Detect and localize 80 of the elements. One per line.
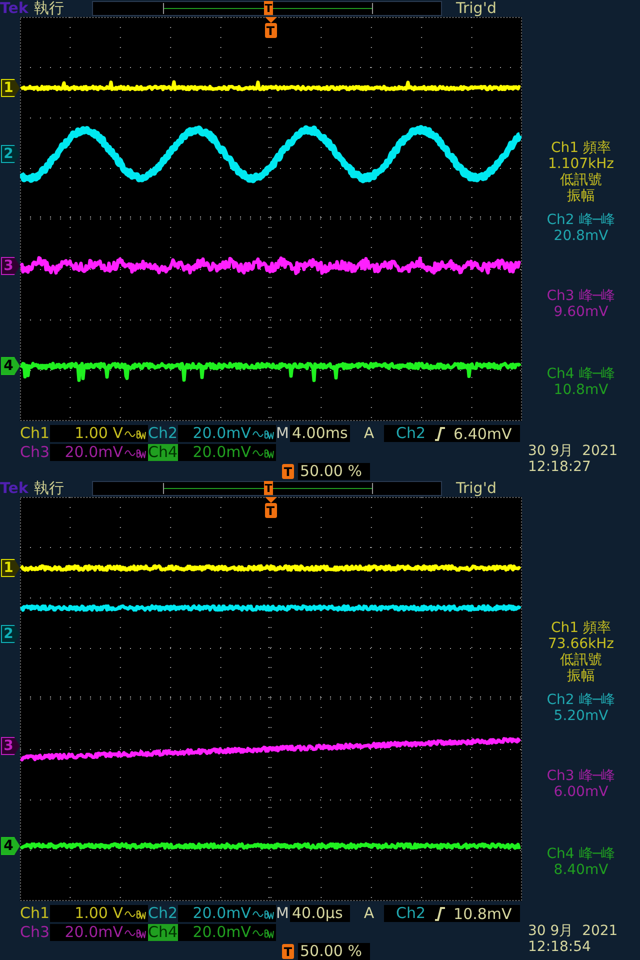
wave-icon	[252, 446, 274, 458]
wave-icon	[124, 908, 146, 920]
scale-value: 20.0mV	[192, 924, 251, 941]
time-text: 12:18:27	[528, 459, 592, 475]
brand-logo: Tek	[0, 0, 30, 17]
trigger-marker: T	[264, 481, 273, 495]
trigger-level: 6.40mV	[454, 424, 512, 443]
scale-value: 20.0mV	[192, 905, 251, 922]
channel-label: Ch3	[20, 444, 50, 461]
channel-marker: 1	[1, 559, 20, 577]
scale-value: 20.0mV	[64, 924, 123, 941]
measurement-text: Ch1 頻率	[550, 620, 611, 636]
channel-label: Ch2	[148, 425, 178, 442]
channel-label: Ch2	[148, 905, 178, 922]
channel-marker: 2	[1, 145, 20, 163]
measurement-text: Ch4 峰─峰	[546, 366, 616, 382]
trigger-mode: A	[362, 425, 376, 442]
wave-icon	[252, 926, 274, 938]
trigger-status: Trig'd	[456, 480, 496, 497]
measurement-text: 9.60mV	[554, 304, 608, 320]
measurement-text: 10.8mV	[554, 382, 608, 398]
position-value: 50.00 %	[300, 462, 362, 480]
rising-edge-icon	[434, 906, 446, 921]
position-value: 50.00 %	[300, 942, 362, 960]
channel-label: Ch1	[20, 425, 50, 442]
scale-value: 1.00 V	[74, 425, 123, 442]
measurement-text: 低訊號	[560, 172, 602, 188]
run-state: 執行	[34, 480, 65, 497]
measurement-text: 73.66kHz	[548, 636, 614, 652]
measurement-text: 振幅	[567, 668, 595, 684]
wave-icon	[124, 428, 146, 440]
wave-icon	[252, 908, 274, 920]
measurement-text: 振幅	[567, 188, 595, 204]
channel-marker: 2	[1, 625, 20, 643]
run-state: 執行	[34, 0, 65, 17]
channel-marker: 4	[1, 357, 20, 375]
wave-icon	[124, 926, 146, 938]
channel-marker: 3	[1, 737, 20, 755]
channel-label: Ch4	[148, 444, 178, 461]
channel-label: Ch4	[148, 924, 178, 941]
trigger-source: Ch2	[396, 905, 426, 922]
timebase-value: 4.00ms	[292, 425, 348, 442]
measurement-text: 5.20mV	[554, 708, 608, 724]
measurement-text: Ch2 峰─峰	[546, 212, 616, 228]
measurement-text: Ch1 頻率	[550, 140, 611, 156]
measurement-text: 20.8mV	[554, 228, 608, 244]
timebase-value: 40.0µs	[292, 905, 343, 922]
trigger-marker: T	[264, 1, 273, 15]
trigger-status: Trig'd	[456, 0, 496, 17]
trigger-source: Ch2	[396, 425, 426, 442]
scale-value: 20.0mV	[192, 444, 251, 461]
measurement-text: 6.00mV	[554, 784, 608, 800]
date-text: 30 9月 2021	[528, 923, 618, 939]
channel-label: Ch3	[20, 924, 50, 941]
measurement-text: Ch4 峰─峰	[546, 846, 616, 862]
date-text: 30 9月 2021	[528, 443, 618, 459]
trigger-position-marker: T	[282, 464, 294, 479]
time-text: 12:18:54	[528, 939, 592, 955]
rising-edge-icon	[434, 426, 446, 441]
brand-logo: Tek	[0, 480, 30, 497]
timebase-label: M	[276, 425, 290, 442]
scale-value: 20.0mV	[64, 444, 123, 461]
channel-marker: 1	[1, 79, 20, 97]
measurement-text: Ch3 峰─峰	[546, 288, 616, 304]
trigger-mode: A	[362, 905, 376, 922]
channel-marker: 3	[1, 257, 20, 275]
measurement-text: 1.107kHz	[548, 156, 614, 172]
timebase-label: M	[276, 905, 290, 922]
measurement-text: 8.40mV	[554, 862, 608, 878]
trigger-level: 10.8mV	[454, 904, 512, 923]
wave-icon	[124, 446, 146, 458]
channel-marker: 4	[1, 837, 20, 855]
scale-value: 20.0mV	[192, 425, 251, 442]
measurement-text: Ch2 峰─峰	[546, 692, 616, 708]
measurement-text: Ch3 峰─峰	[546, 768, 616, 784]
trigger-position-marker: T	[282, 944, 294, 959]
channel-label: Ch1	[20, 905, 50, 922]
measurement-text: 低訊號	[560, 652, 602, 668]
scale-value: 1.00 V	[74, 905, 123, 922]
wave-icon	[252, 428, 274, 440]
